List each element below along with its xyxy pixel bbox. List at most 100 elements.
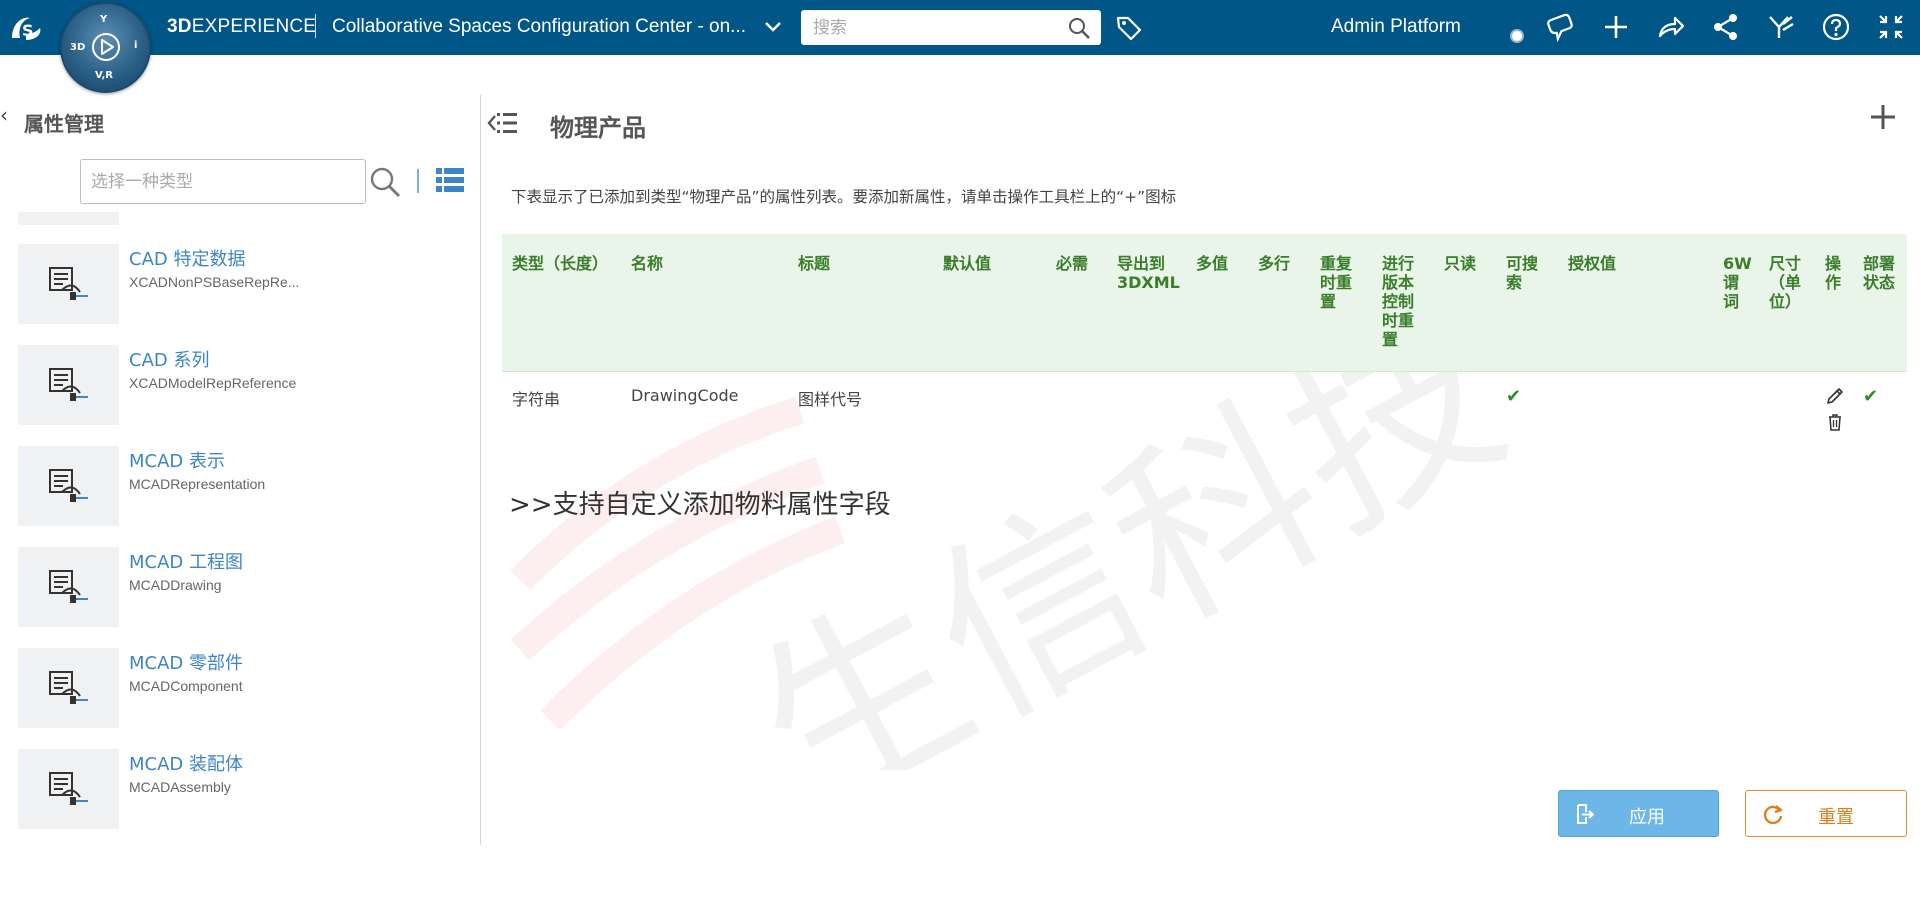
column-header[interactable]: 进行版本控制时重置 <box>1372 234 1434 372</box>
column-header[interactable]: 重复时重置 <box>1310 234 1372 372</box>
list-view-icon[interactable] <box>435 165 465 195</box>
column-header[interactable]: 名称 <box>621 234 788 372</box>
share-arrow-icon[interactable] <box>1656 12 1686 42</box>
reset-button[interactable]: 重置 <box>1745 790 1907 837</box>
brand-divider <box>315 14 316 38</box>
column-header[interactable]: 6W谓词 <box>1713 234 1759 372</box>
fullscreen-icon[interactable] <box>1876 12 1906 42</box>
check-icon: ✔ <box>1863 386 1879 407</box>
type-list: CAD 特定数据 XCADNonPSBaseRepRe... CAD 系列 XC… <box>18 212 468 902</box>
app-title[interactable]: Collaborative Spaces Configuration Cente… <box>332 16 746 38</box>
promo-text: >>支持自定义添加物料属性字段 <box>509 490 891 520</box>
type-item-mcad-drawing[interactable]: MCAD 工程图 MCADDrawing <box>18 547 468 647</box>
tag-icon[interactable] <box>1115 14 1143 42</box>
play-icon <box>92 33 120 61</box>
divider <box>417 169 419 193</box>
cell-reset-version <box>1372 371 1434 448</box>
type-item-cad-specific[interactable]: CAD 特定数据 XCADNonPSBaseRepRe... <box>18 244 468 344</box>
search-icon[interactable] <box>368 165 402 199</box>
type-name: MCAD 表示 <box>129 451 225 472</box>
toggle-sidebar-icon[interactable] <box>487 107 519 139</box>
collapse-panel-icon[interactable]: ‹ <box>0 103 8 127</box>
cell-default <box>933 371 1046 448</box>
apply-icon <box>1577 804 1595 824</box>
column-header[interactable]: 标题 <box>788 234 933 372</box>
tools-icon[interactable] <box>1766 12 1796 42</box>
attribute-type-icon <box>49 267 88 300</box>
compass-right-label: i <box>134 40 138 51</box>
delete-icon[interactable] <box>1825 412 1845 432</box>
cell-name: DrawingCode <box>621 371 788 448</box>
column-header[interactable]: 多行 <box>1248 234 1310 372</box>
cell-authorized <box>1558 371 1713 448</box>
attribute-type-icon <box>49 469 88 502</box>
chat-icon[interactable] <box>1546 12 1576 43</box>
cell-6w <box>1713 371 1759 448</box>
cell-multiline <box>1248 371 1310 448</box>
svg-text:S: S <box>22 21 34 40</box>
column-header[interactable]: 部署状态 <box>1853 234 1907 372</box>
table-header: 类型（长度） 名称 标题 默认值 必需 导出到3DXML 多值 多行 重复时重置… <box>502 234 1907 372</box>
table-row[interactable]: 字符串 DrawingCode 图样代号 ✔ ✔ <box>502 371 1907 448</box>
list-item-partial <box>18 212 119 225</box>
cell-reset-duplicate <box>1310 371 1372 448</box>
attributes-table: 类型（长度） 名称 标题 默认值 必需 导出到3DXML 多值 多行 重复时重置… <box>502 234 1907 448</box>
column-header[interactable]: 只读 <box>1434 234 1496 372</box>
column-header[interactable]: 操作 <box>1815 234 1853 372</box>
cell-searchable: ✔ <box>1496 371 1558 448</box>
column-header[interactable]: 默认值 <box>933 234 1046 372</box>
cell-deployed: ✔ <box>1853 371 1907 448</box>
compass-widget[interactable]: Y 3D i V,R <box>60 2 151 93</box>
ds-logo[interactable]: S <box>6 10 48 46</box>
top-bar: S Y 3D i V,R 3DEXPERIENCE Collaborative … <box>0 0 1920 93</box>
type-internal-name: MCADComponent <box>129 678 243 694</box>
reset-label: 重置 <box>1818 807 1854 828</box>
type-item-cad-family[interactable]: CAD 系列 XCADModelRepReference <box>18 345 468 445</box>
column-header[interactable]: 类型（长度） <box>502 234 621 372</box>
search-icon[interactable] <box>1067 16 1091 40</box>
type-name: CAD 特定数据 <box>129 249 246 270</box>
apply-button[interactable]: 应用 <box>1558 790 1719 837</box>
column-header[interactable]: 导出到3DXML <box>1107 234 1186 372</box>
cell-readonly <box>1434 371 1496 448</box>
type-thumbnail <box>18 547 119 627</box>
column-header[interactable]: 尺寸（单位） <box>1759 234 1815 372</box>
column-header[interactable]: 多值 <box>1186 234 1248 372</box>
left-panel: ‹ 属性管理 CAD 特定数据 XCADNonPSBaseRepRe. <box>0 55 480 845</box>
status-dot <box>1510 29 1524 43</box>
help-icon[interactable] <box>1821 12 1851 42</box>
type-internal-name: MCADDrawing <box>129 577 222 593</box>
column-header[interactable]: 授权值 <box>1558 234 1713 372</box>
attribute-type-icon <box>49 368 88 401</box>
network-share-icon[interactable] <box>1711 12 1741 42</box>
cell-required <box>1046 371 1107 448</box>
type-item-mcad-representation[interactable]: MCAD 表示 MCADRepresentation <box>18 446 468 546</box>
type-thumbnail <box>18 345 119 425</box>
edit-icon[interactable] <box>1825 386 1845 406</box>
type-search-input[interactable] <box>80 159 366 204</box>
plus-icon[interactable] <box>1601 12 1631 42</box>
cell-dimension <box>1759 371 1815 448</box>
chevron-down-icon[interactable] <box>764 18 782 36</box>
attribute-type-icon <box>49 671 88 704</box>
compass-top-label: Y <box>100 14 108 25</box>
apply-label: 应用 <box>1629 807 1665 828</box>
cell-type: 字符串 <box>502 371 621 448</box>
cell-multivalue <box>1186 371 1248 448</box>
cell-export <box>1107 371 1186 448</box>
column-header[interactable]: 可搜索 <box>1496 234 1558 372</box>
cell-actions <box>1815 371 1853 448</box>
search-input[interactable] <box>811 15 1055 41</box>
compass-left-label: 3D <box>70 42 86 53</box>
type-internal-name: MCADAssembly <box>129 779 231 795</box>
column-header[interactable]: 必需 <box>1046 234 1107 372</box>
add-attribute-button[interactable] <box>1868 102 1898 132</box>
type-thumbnail <box>18 749 119 829</box>
attribute-type-icon <box>49 772 88 805</box>
compass-bottom-label: V,R <box>95 70 113 81</box>
global-search <box>801 10 1101 45</box>
type-thumbnail <box>18 648 119 728</box>
type-item-mcad-component[interactable]: MCAD 零部件 MCADComponent <box>18 648 468 748</box>
platform-label[interactable]: Admin Platform <box>1331 16 1461 38</box>
type-item-mcad-assembly[interactable]: MCAD 装配体 MCADAssembly <box>18 749 468 849</box>
